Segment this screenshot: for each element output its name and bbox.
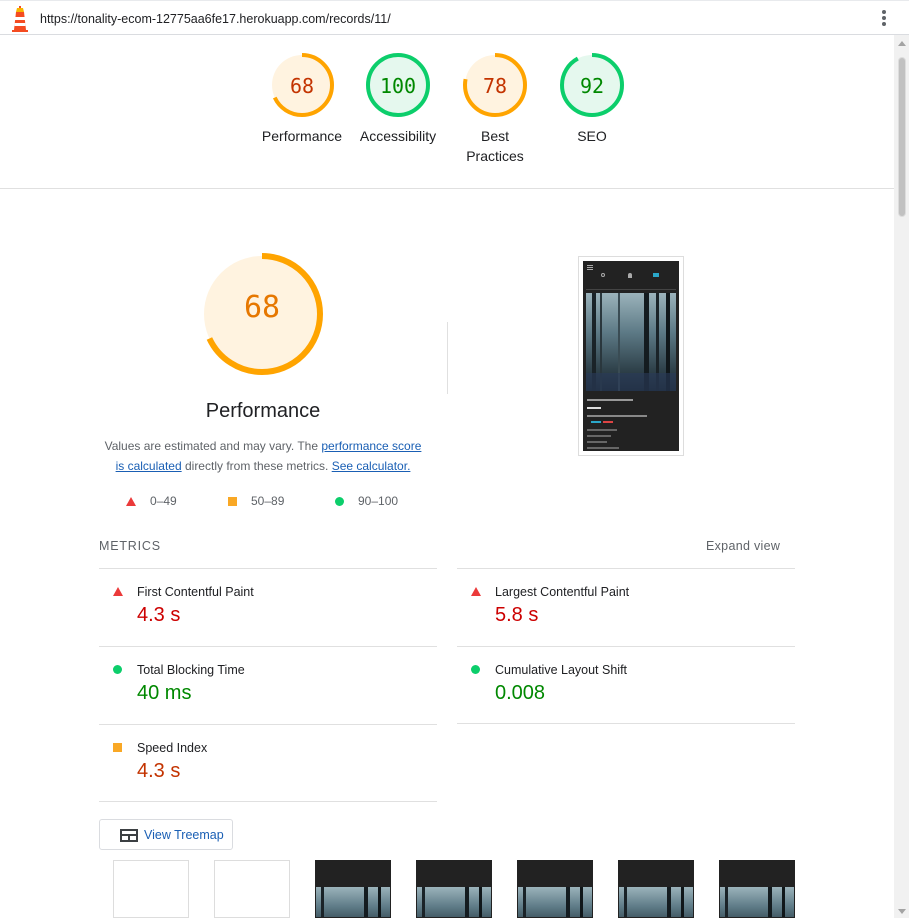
metric-title: Largest Contentful Paint: [495, 585, 630, 599]
view-treemap-label: View Treemap: [144, 828, 224, 842]
forest-trees: [422, 887, 482, 917]
legend-pass: 90–100: [335, 494, 398, 508]
gauge-score: 92: [579, 74, 605, 98]
red-triangle-icon: [471, 587, 481, 596]
treemap-icon: [120, 829, 138, 842]
kebab-menu-icon[interactable]: [878, 10, 890, 30]
metric-largest-contentful-paint: Largest Contentful Paint 5.8 s: [457, 568, 795, 646]
legend-fail: 0–49: [126, 494, 177, 508]
gauge-label: Accessibility: [359, 128, 437, 144]
search-icon: [601, 273, 605, 277]
legend-average-label: 50–89: [251, 494, 285, 508]
account-icon: [628, 273, 632, 278]
performance-description: Values are estimated and may vary. The p…: [100, 436, 426, 476]
metric-cumulative-layout-shift: Cumulative Layout Shift 0.008: [457, 646, 795, 724]
orange-square-icon: [228, 497, 237, 507]
description-text: directly from these metrics.: [181, 459, 332, 473]
performance-title: Performance: [205, 400, 321, 422]
screenshot-text-line: [587, 435, 611, 437]
lighthouse-icon: [12, 6, 28, 32]
metric-title: Speed Index: [137, 741, 208, 755]
filmstrip-frame: [315, 860, 391, 918]
metric-first-contentful-paint: First Contentful Paint 4.3 s: [99, 568, 437, 646]
gauge-label: SEO: [577, 128, 607, 144]
score-legend: 0–49 50–89 90–100: [126, 494, 426, 510]
screenshot-text-line: [603, 421, 613, 423]
forest-trees: [321, 887, 381, 917]
screenshot-text-line: [587, 447, 619, 449]
forest-trees: [586, 293, 676, 391]
metric-value: 4.3 s: [137, 760, 181, 782]
scrollbar-thumb[interactable]: [898, 57, 906, 217]
screenshot-text-line: [591, 421, 601, 423]
gauge-seo[interactable]: 92 SEO: [542, 52, 642, 146]
filmstrip: [113, 860, 813, 918]
metric-value: 40 ms: [137, 682, 192, 704]
screenshot-text-line: [587, 415, 647, 417]
gauge-score: 68: [289, 74, 315, 98]
gauge-label: Best Practices: [466, 128, 524, 164]
forest-trees: [523, 887, 583, 917]
filmstrip-frame: [214, 860, 290, 918]
screenshot-text-line: [587, 407, 601, 409]
green-circle-icon: [113, 665, 122, 674]
filmstrip-frame: [517, 860, 593, 918]
red-triangle-icon: [126, 497, 136, 507]
metric-title: First Contentful Paint: [137, 585, 254, 599]
screenshot-text-line: [587, 399, 633, 401]
see-calculator-link[interactable]: See calculator.: [332, 459, 411, 473]
screenshot-text-line: [587, 429, 617, 431]
scroll-down-arrow-icon[interactable]: [898, 909, 906, 914]
filmstrip-frame: [618, 860, 694, 918]
final-screenshot[interactable]: [578, 256, 684, 456]
red-triangle-icon: [113, 587, 123, 596]
metric-title: Total Blocking Time: [137, 663, 245, 677]
orange-square-icon: [113, 743, 122, 752]
filmstrip-frame: [416, 860, 492, 918]
metric-value: 4.3 s: [137, 604, 181, 626]
vertical-divider: [447, 322, 448, 394]
scroll-up-arrow-icon[interactable]: [898, 41, 906, 46]
view-treemap-button[interactable]: View Treemap: [99, 819, 233, 850]
header-divider: [0, 188, 894, 189]
gauge-label: Performance: [261, 128, 343, 144]
metric-value: 5.8 s: [495, 604, 539, 626]
metrics-header: METRICS: [99, 539, 161, 553]
legend-fail-label: 0–49: [150, 494, 177, 508]
bag-icon: [653, 273, 659, 277]
metric-speed-index: Speed Index 4.3 s: [99, 724, 437, 802]
hamburger-icon: [587, 265, 593, 266]
screenshot-divider: [586, 289, 676, 290]
gauge-score: 100: [379, 74, 417, 98]
legend-average: 50–89: [228, 494, 284, 508]
filmstrip-frame: [719, 860, 795, 918]
metric-divider: [99, 801, 437, 802]
performance-gauge-large: 68: [200, 252, 324, 376]
green-circle-icon: [335, 497, 344, 507]
description-text: Values are estimated and may vary. The: [104, 439, 322, 453]
gauge-accessibility[interactable]: 100 Accessibility: [348, 52, 448, 146]
filmstrip-frame: [113, 860, 189, 918]
scrollbar[interactable]: [894, 35, 909, 918]
legend-pass-label: 90–100: [358, 494, 399, 508]
screenshot-text-line: [587, 441, 607, 443]
report-url: https://tonality-ecom-12775aa6fe17.herok…: [40, 12, 391, 26]
gauge-score: 78: [482, 74, 508, 98]
metric-value: 0.008: [495, 682, 546, 704]
forest-trees: [725, 887, 785, 917]
metric-title: Cumulative Layout Shift: [495, 663, 628, 677]
forest-trees: [624, 887, 684, 917]
expand-view-toggle[interactable]: Expand view: [706, 539, 780, 553]
green-circle-icon: [471, 665, 480, 674]
report-topbar: https://tonality-ecom-12775aa6fe17.herok…: [0, 0, 909, 35]
category-gauges: 68 Performance 100 Accessibility 78 Best…: [250, 52, 650, 182]
gauge-best-practices[interactable]: 78 Best Practices: [445, 52, 545, 166]
gauge-performance[interactable]: 68 Performance: [252, 52, 352, 146]
metric-total-blocking-time: Total Blocking Time 40 ms: [99, 646, 437, 724]
screenshot-content: [583, 261, 679, 451]
performance-score: 68: [243, 290, 281, 325]
metric-divider: [457, 723, 795, 724]
